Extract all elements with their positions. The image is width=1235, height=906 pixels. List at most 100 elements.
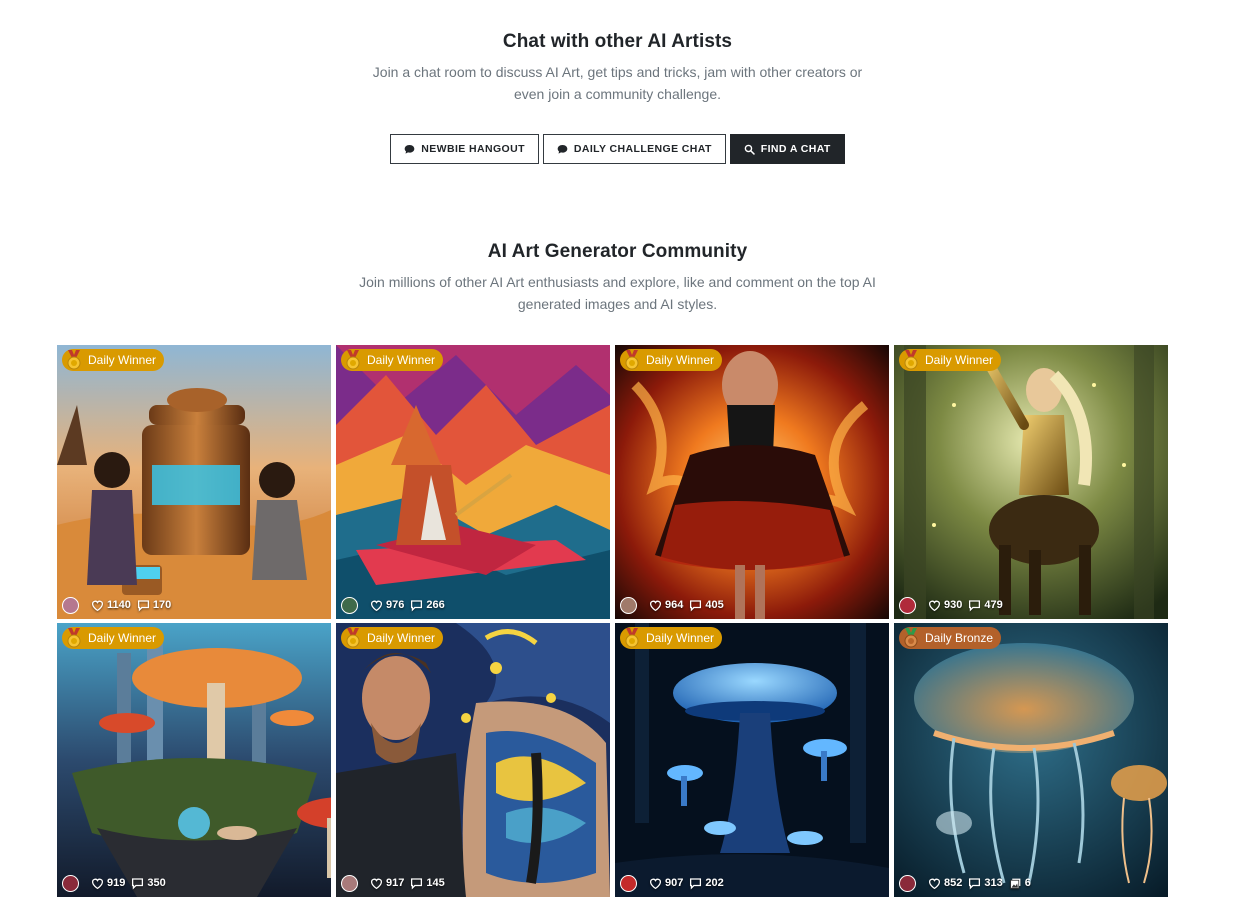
search-icon	[744, 144, 755, 155]
card-stats: 976 266	[341, 596, 445, 614]
like-count-value: 976	[386, 599, 405, 611]
chat-bubble-icon	[404, 144, 415, 154]
like-count[interactable]: 964	[649, 599, 683, 612]
badge-label: Daily Bronze	[925, 631, 994, 645]
like-count-value: 964	[665, 599, 684, 611]
comment-icon	[411, 599, 423, 612]
like-count[interactable]: 917	[370, 877, 404, 890]
badge-label: Daily Winner	[367, 353, 436, 367]
daily-challenge-chat-button[interactable]: Daily Challenge Chat	[542, 134, 726, 164]
like-count-value: 1140	[107, 599, 131, 611]
comment-count[interactable]: 405	[689, 599, 724, 612]
comment-count-value: 202	[705, 877, 724, 889]
comment-icon	[411, 877, 423, 890]
gallery-card[interactable]: Daily Winner 907 202	[615, 623, 889, 897]
image-count-value: 6	[1024, 877, 1031, 889]
avatar[interactable]	[341, 596, 358, 614]
card-stats: 919 350	[62, 874, 166, 892]
newbie-hangout-label: Newbie Hangout	[421, 143, 525, 155]
gallery-card[interactable]: Daily Bronze 852 313 6	[894, 623, 1168, 897]
badge-label: Daily Winner	[88, 631, 157, 645]
chat-bubble-icon	[557, 144, 568, 154]
like-count[interactable]: 976	[370, 599, 404, 612]
gallery-card[interactable]: Daily Winner 930 479	[894, 345, 1168, 619]
gallery-card[interactable]: Daily Winner 976 266	[336, 345, 610, 619]
avatar[interactable]	[899, 596, 916, 614]
artwork-image[interactable]	[894, 345, 1168, 619]
like-count-value: 917	[386, 877, 405, 889]
artwork-image[interactable]	[615, 623, 889, 897]
newbie-hangout-button[interactable]: Newbie Hangout	[390, 134, 539, 164]
badge-label: Daily Winner	[367, 631, 436, 645]
gallery-card[interactable]: Daily Winner 964 405	[615, 345, 889, 619]
chat-buttons: Newbie Hangout Daily Challenge Chat Find…	[0, 134, 1235, 164]
comment-count[interactable]: 170	[137, 599, 171, 612]
card-stats: 964 405	[620, 596, 724, 614]
comment-count[interactable]: 479	[968, 599, 1003, 612]
medal-icon	[67, 628, 81, 648]
comment-count-value: 350	[147, 877, 166, 889]
comment-count-value: 266	[426, 599, 445, 611]
community-section-subtitle: Join millions of other AI Art enthusiast…	[359, 274, 876, 312]
artwork-image[interactable]	[57, 623, 331, 897]
artwork-image[interactable]	[894, 623, 1168, 897]
gallery-card[interactable]: Daily Winner 917 145	[336, 623, 610, 897]
medal-icon	[625, 350, 639, 370]
daily-winner-badge: Daily Winner	[620, 349, 723, 371]
card-stats: 930 479	[899, 596, 1003, 614]
heart-icon	[928, 878, 941, 889]
comment-count-value: 313	[984, 877, 1003, 889]
page: Chat with other AI Artists Join a chat r…	[0, 0, 1235, 906]
avatar[interactable]	[62, 874, 79, 892]
like-count[interactable]: 852	[928, 877, 962, 890]
card-stats: 907 202	[620, 874, 724, 892]
heart-icon	[649, 878, 662, 889]
like-count[interactable]: 930	[928, 599, 962, 612]
like-count[interactable]: 919	[91, 877, 125, 890]
daily-challenge-chat-label: Daily Challenge Chat	[573, 143, 712, 155]
medal-icon	[346, 628, 360, 648]
gallery-grid: Daily Winner 1140 170 Daily Winner 976 2…	[57, 345, 1168, 897]
badge-label: Daily Winner	[646, 631, 715, 645]
heart-icon	[649, 600, 662, 611]
heart-icon	[370, 878, 383, 889]
daily-winner-badge: Daily Winner	[341, 349, 444, 371]
daily-winner-badge: Daily Winner	[899, 349, 1002, 371]
daily-winner-badge: Daily Winner	[62, 627, 165, 649]
image-count[interactable]: 6	[1009, 877, 1031, 890]
avatar[interactable]	[899, 874, 916, 892]
like-count[interactable]: 1140	[91, 599, 131, 612]
find-a-chat-button[interactable]: Find a Chat	[729, 134, 845, 164]
images-icon	[1009, 878, 1021, 889]
comment-icon	[690, 599, 702, 612]
comment-count[interactable]: 266	[410, 599, 445, 612]
heart-icon	[91, 878, 104, 889]
chat-section-subtitle: Join a chat room to discuss AI Art, get …	[372, 64, 863, 102]
comment-icon	[969, 599, 981, 612]
comment-count-value: 170	[152, 599, 172, 611]
gallery-card[interactable]: Daily Winner 919 350	[57, 623, 331, 897]
avatar[interactable]	[620, 596, 637, 614]
artwork-image[interactable]	[336, 623, 610, 897]
like-count-value: 852	[944, 877, 963, 889]
medal-icon	[904, 350, 918, 370]
comment-count[interactable]: 350	[131, 877, 166, 890]
avatar[interactable]	[620, 874, 637, 892]
comment-count[interactable]: 145	[410, 877, 445, 890]
artwork-image[interactable]	[57, 345, 331, 619]
comment-count[interactable]: 313	[968, 877, 1003, 890]
artwork-image[interactable]	[615, 345, 889, 619]
daily-winner-badge: Daily Winner	[620, 627, 723, 649]
find-a-chat-label: Find a Chat	[760, 143, 831, 155]
chat-section-header: Chat with other AI Artists Join a chat r…	[0, 31, 1235, 105]
gallery-card[interactable]: Daily Winner 1140 170	[57, 345, 331, 619]
avatar[interactable]	[62, 596, 79, 614]
badge-label: Daily Winner	[925, 353, 994, 367]
badge-label: Daily Winner	[88, 353, 157, 367]
avatar[interactable]	[341, 874, 358, 892]
like-count[interactable]: 907	[649, 877, 683, 890]
comment-icon	[132, 877, 144, 890]
card-stats: 917 145	[341, 874, 445, 892]
artwork-image[interactable]	[336, 345, 610, 619]
comment-count[interactable]: 202	[689, 877, 724, 890]
